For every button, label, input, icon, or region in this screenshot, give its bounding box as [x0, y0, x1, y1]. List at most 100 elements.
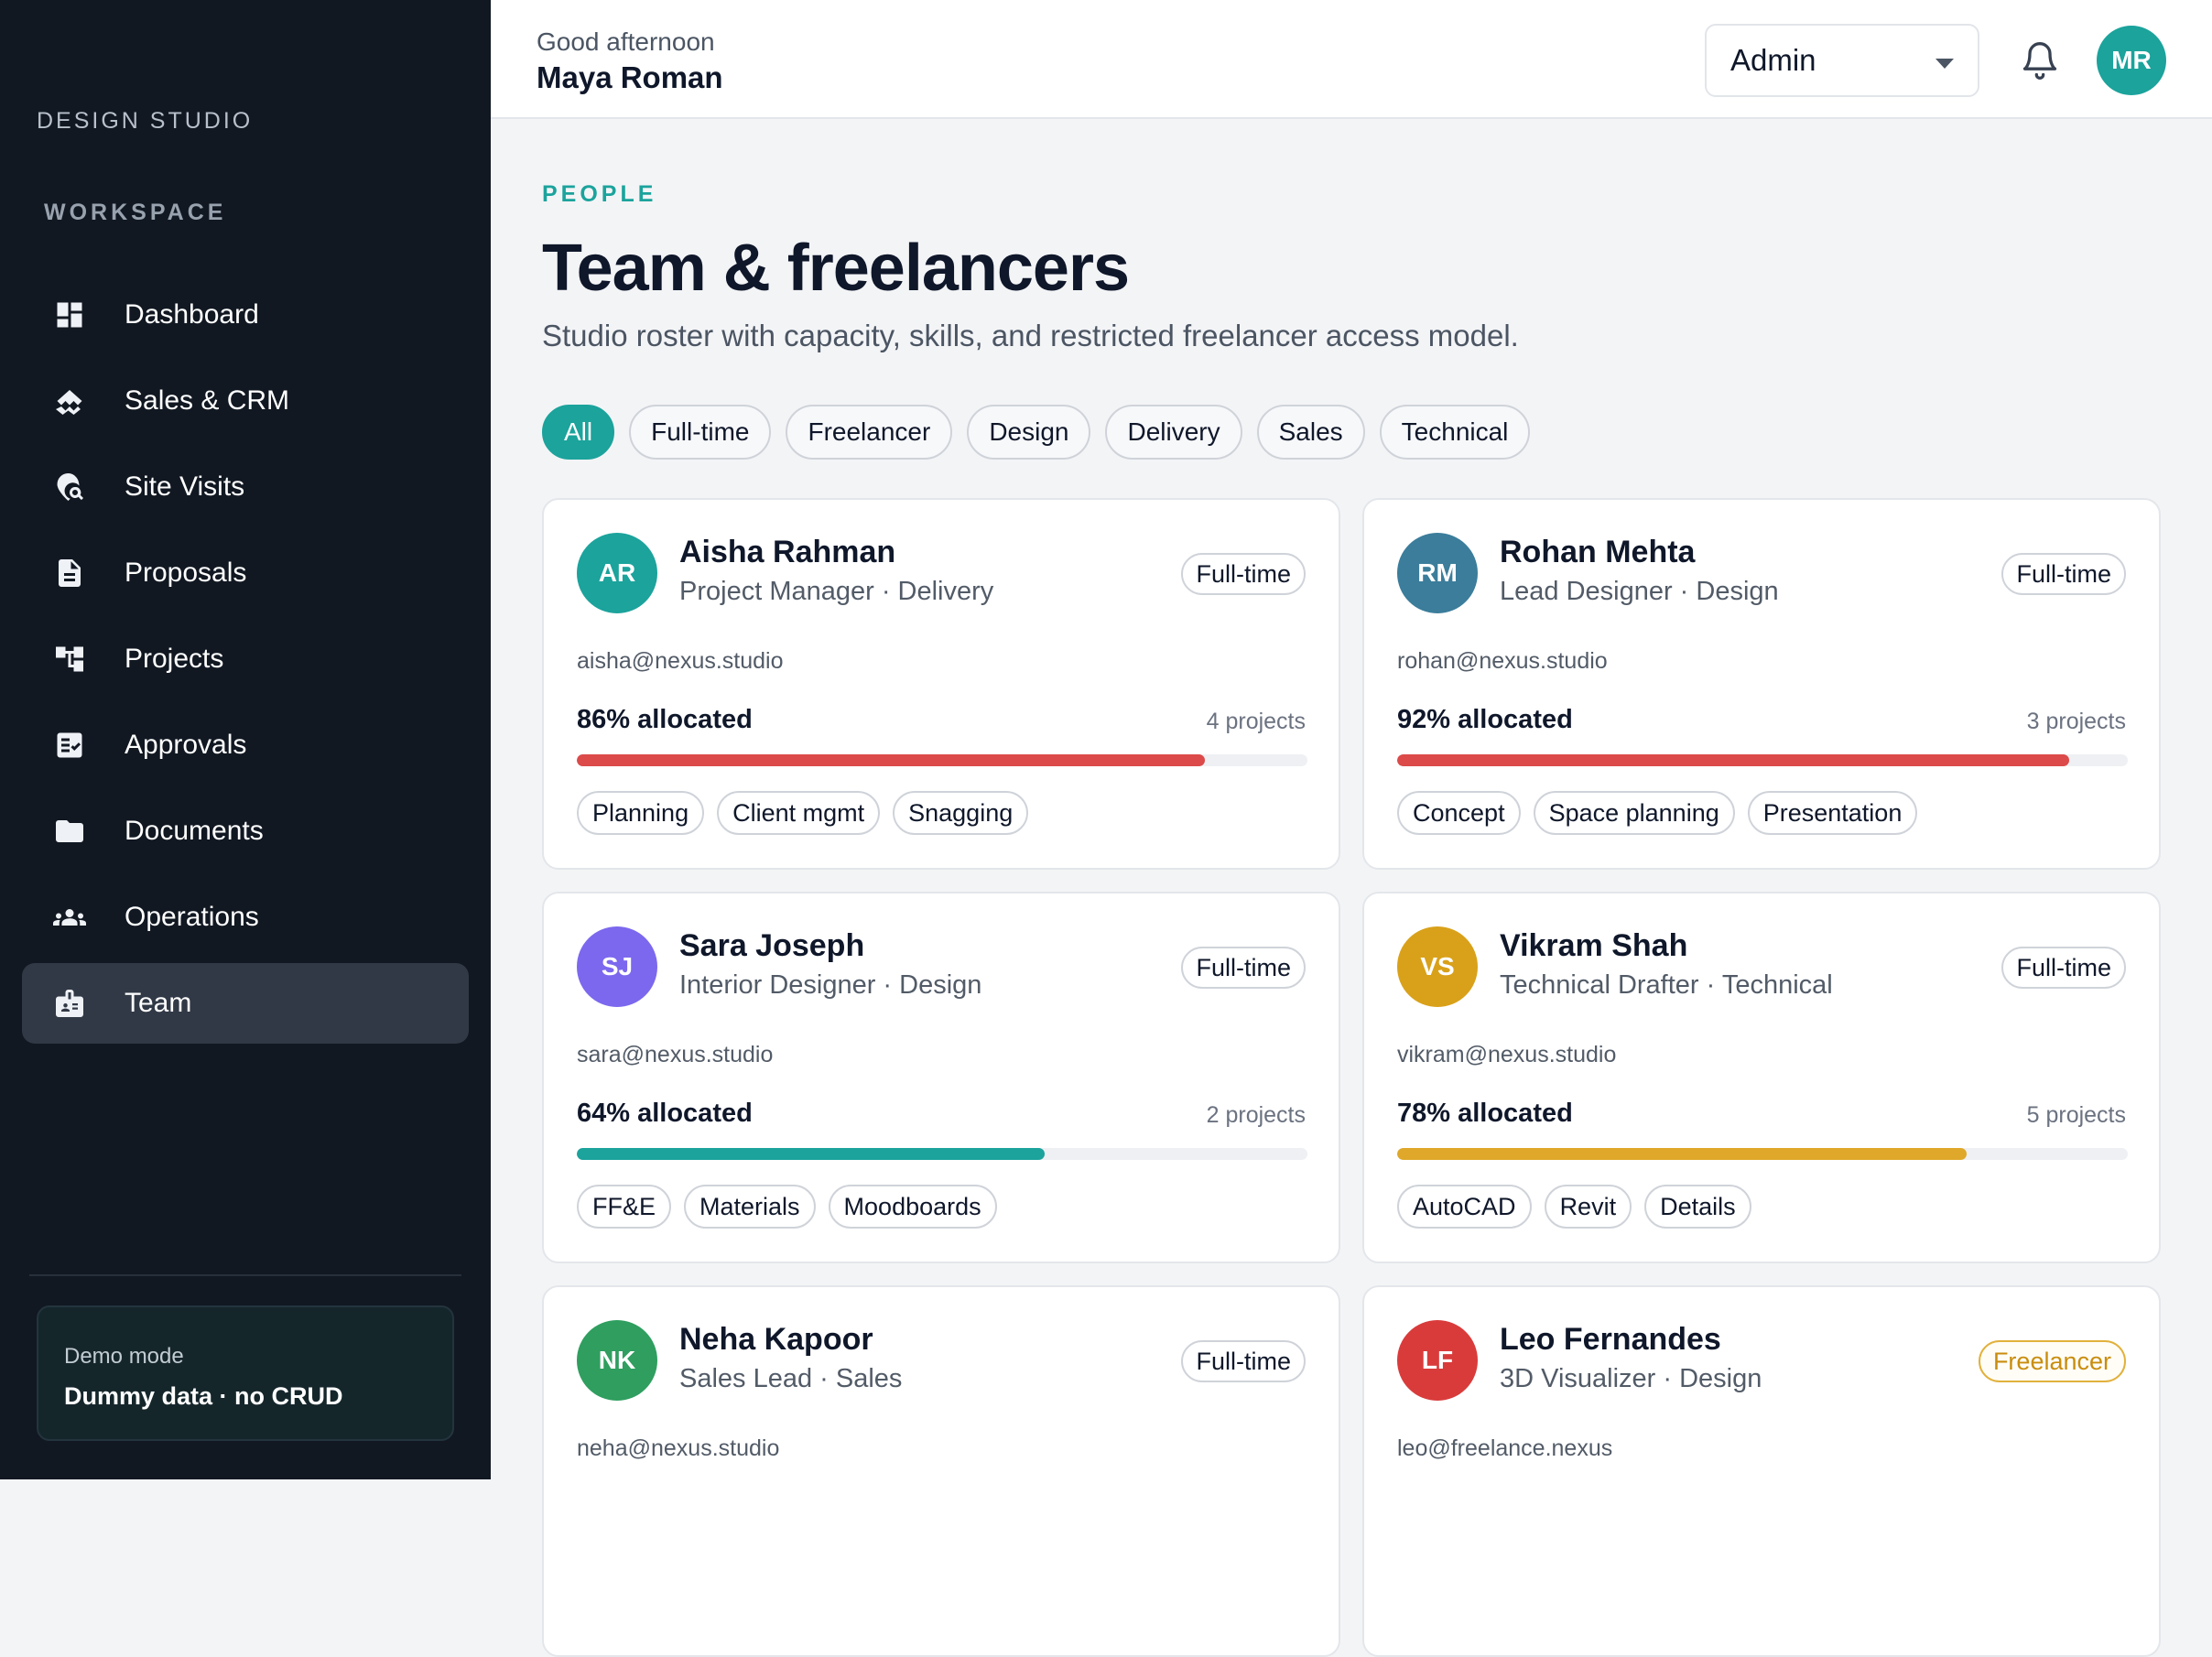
demo-mode-notice: Demo mode Dummy data · no CRUD — [37, 1305, 454, 1441]
sidebar-divider — [29, 1274, 461, 1276]
project-count: 4 projects — [1206, 709, 1306, 734]
chevron-down-icon — [1936, 59, 1954, 69]
member-role: Interior Designer · Design — [679, 970, 982, 1000]
member-role: Project Manager · Delivery — [679, 577, 994, 606]
team-member-card[interactable]: NK Neha Kapoor Sales Lead · Sales Full-time… — [542, 1285, 1340, 1657]
filter-chips: All Full-time Freelancer Design Delivery… — [542, 405, 1531, 460]
skill-tag: Materials — [684, 1185, 816, 1229]
user-name: Maya Roman — [537, 60, 723, 94]
project-count: 2 projects — [1206, 1102, 1306, 1128]
skill-tag: Concept — [1397, 791, 1521, 835]
member-email: neha@nexus.studio — [577, 1435, 780, 1461]
project-count: 3 projects — [2026, 709, 2126, 734]
skill-tags: Concept Space planning Presentation — [1397, 791, 1918, 835]
member-avatar: SJ — [577, 926, 657, 1007]
page-eyebrow: PEOPLE — [542, 181, 657, 207]
sidebar-item-label: Proposals — [125, 558, 247, 588]
member-email: sara@nexus.studio — [577, 1042, 774, 1067]
member-avatar: AR — [577, 533, 657, 613]
sidebar-item-team[interactable]: Team — [22, 963, 469, 1044]
filter-chip-all[interactable]: All — [542, 405, 615, 460]
skill-tag: Revit — [1544, 1185, 1632, 1229]
sidebar-item-label: Documents — [125, 816, 264, 846]
section-label-workspace: WORKSPACE — [44, 200, 227, 225]
skill-tag: Planning — [577, 791, 705, 835]
member-avatar: RM — [1397, 533, 1478, 613]
sidebar-item-projects[interactable]: Projects — [22, 619, 469, 699]
tree-structure-icon — [51, 641, 88, 677]
skill-tags: AutoCAD Revit Details — [1397, 1185, 1751, 1229]
sidebar-nav: Dashboard Sales & CRM Site Visits Propos… — [22, 275, 469, 1049]
folder-icon — [51, 813, 88, 850]
member-name: Leo Fernandes — [1500, 1322, 1721, 1357]
skill-tag: Space planning — [1533, 791, 1735, 835]
page-title: Team & freelancers — [542, 232, 1130, 305]
allocation-bar-fill — [577, 1148, 1045, 1160]
filter-chip-technical[interactable]: Technical — [1379, 405, 1531, 460]
brand-name: DESIGN STUDIO — [37, 108, 254, 134]
member-avatar: NK — [577, 1320, 657, 1401]
member-email: leo@freelance.nexus — [1397, 1435, 1613, 1461]
demo-mode-label: Demo mode — [64, 1344, 184, 1369]
user-avatar[interactable]: MR — [2097, 26, 2166, 95]
filter-chip-full-time[interactable]: Full-time — [629, 405, 772, 460]
sidebar-item-dashboard[interactable]: Dashboard — [22, 275, 469, 355]
member-role: Lead Designer · Design — [1500, 577, 1779, 606]
dashboard-icon — [51, 297, 88, 333]
badge-icon — [51, 985, 88, 1022]
checklist-icon — [51, 727, 88, 764]
sidebar-item-label: Site Visits — [125, 471, 245, 502]
sidebar-item-label: Dashboard — [125, 299, 259, 330]
member-name: Sara Joseph — [679, 928, 865, 963]
filter-chip-design[interactable]: Design — [967, 405, 1091, 460]
sidebar-item-sales-crm[interactable]: Sales & CRM — [22, 361, 469, 441]
sidebar-item-site-visits[interactable]: Site Visits — [22, 447, 469, 527]
top-header: Good afternoon Maya Roman Admin MR — [491, 0, 2212, 119]
member-role: Technical Drafter · Technical — [1500, 970, 1833, 1000]
member-name: Vikram Shah — [1500, 928, 1688, 963]
sidebar-item-label: Projects — [125, 644, 224, 674]
filter-chip-freelancer[interactable]: Freelancer — [786, 405, 953, 460]
team-member-card[interactable]: SJ Sara Joseph Interior Designer · Design F… — [542, 892, 1340, 1263]
member-role: Sales Lead · Sales — [679, 1364, 903, 1393]
sidebar-item-documents[interactable]: Documents — [22, 791, 469, 872]
filter-chip-sales[interactable]: Sales — [1256, 405, 1365, 460]
allocation-label: 64% allocated — [577, 1099, 753, 1128]
skill-tag: Client mgmt — [717, 791, 881, 835]
member-avatar: LF — [1397, 1320, 1478, 1401]
team-member-card[interactable]: RM Rohan Mehta Lead Designer · Design Full-… — [1362, 498, 2161, 870]
skill-tag: Snagging — [893, 791, 1029, 835]
team-member-card[interactable]: LF Leo Fernandes 3D Visualizer · Design Fre… — [1362, 1285, 2161, 1657]
member-avatar: VS — [1397, 926, 1478, 1007]
filter-chip-delivery[interactable]: Delivery — [1105, 405, 1242, 460]
employment-type-badge: Full-time — [1181, 553, 1306, 595]
skill-tag: Moodboards — [828, 1185, 997, 1229]
team-member-card[interactable]: VS Vikram Shah Technical Drafter · Technic… — [1362, 892, 2161, 1263]
document-icon — [51, 555, 88, 591]
notification-bell-icon[interactable] — [2020, 38, 2066, 84]
skill-tag: Details — [1644, 1185, 1751, 1229]
employment-type-badge: Full-time — [1181, 947, 1306, 989]
sidebar-item-approvals[interactable]: Approvals — [22, 705, 469, 785]
role-select[interactable]: Admin — [1705, 24, 1979, 97]
allocation-bar — [577, 754, 1307, 766]
member-name: Neha Kapoor — [679, 1322, 873, 1357]
sidebar: DESIGN STUDIO WORKSPACE Dashboard Sales … — [0, 0, 491, 1479]
allocation-label: 78% allocated — [1397, 1099, 1573, 1128]
main-content: PEOPLE Team & freelancers Studio roster … — [491, 119, 2212, 1657]
employment-type-badge: Full-time — [2001, 553, 2126, 595]
allocation-bar-fill — [577, 754, 1206, 766]
member-name: Rohan Mehta — [1500, 535, 1696, 569]
skill-tag: FF&E — [577, 1185, 672, 1229]
sidebar-item-proposals[interactable]: Proposals — [22, 533, 469, 613]
allocation-label: 86% allocated — [577, 705, 753, 734]
skill-tag: AutoCAD — [1397, 1185, 1532, 1229]
sidebar-item-operations[interactable]: Operations — [22, 877, 469, 958]
handshake-icon — [51, 383, 88, 419]
skill-tag: Presentation — [1747, 791, 1918, 835]
member-email: rohan@nexus.studio — [1397, 648, 1608, 674]
demo-mode-value: Dummy data · no CRUD — [64, 1382, 343, 1410]
employment-type-badge: Full-time — [2001, 947, 2126, 989]
team-member-card[interactable]: AR Aisha Rahman Project Manager · Delivery… — [542, 498, 1340, 870]
allocation-bar-fill — [1397, 754, 2070, 766]
